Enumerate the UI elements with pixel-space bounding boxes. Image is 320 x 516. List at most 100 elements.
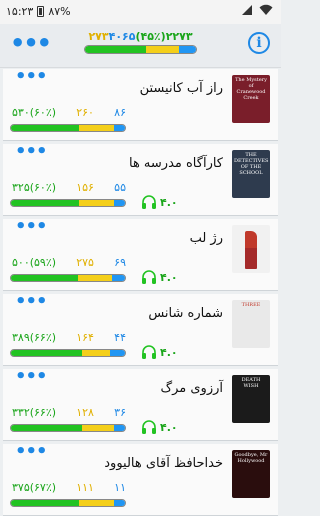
status-left: ۱۵:۲۳ ۸۷% [6,5,71,18]
headphones-icon [142,420,156,434]
book-mid-count: ۲۶۰ [76,106,94,119]
book-progress-bar [10,424,126,432]
status-right [241,4,273,16]
more-options-icon[interactable]: ••• [15,368,48,386]
header-stats: ۲۲۷۳(۴۵٪) ۲۷۳۴۰۶۵ [84,30,197,43]
book-stats: ۳۲۵(۶۰٪) ۱۵۶ ۵۵ [12,181,126,194]
book-progress-bar [10,274,126,282]
status-time: ۱۵:۲۳ [6,5,34,18]
book-progress-bar [10,349,126,357]
progress-blue [113,425,125,431]
headphones-icon [142,270,156,284]
book-card[interactable]: ••• DEATH WISH آرزوی مرگ ۳۳۲(۶۶٪) ۱۲۸ ۳۶… [3,368,278,441]
header-read: ۲۷۳ [88,30,109,43]
book-small-count: ۴۴ [114,331,126,344]
rating-value: ۴.۰ [160,345,178,359]
book-title: خداحافظ آقای هالیوود [104,456,223,471]
book-progress-bar [10,124,126,132]
progress-blue [179,46,196,53]
progress-yellow [79,125,114,131]
book-total: ۵۳۰(۶۰٪) [12,106,57,119]
book-rating[interactable]: ۴.۰ [141,420,178,434]
book-small-count: ۸۶ [114,106,126,119]
progress-green [11,425,82,431]
book-cover [232,225,270,273]
cover-text: THREE [241,302,261,308]
status-battery: ۸۷% [48,5,71,18]
book-card[interactable]: ••• The Mystery of Cranewood Creek راز آ… [3,68,278,141]
book-card[interactable]: ••• THE DETECTIVES OF THE SCHOOL کارآگاه… [3,143,278,216]
book-small-count: ۵۵ [114,181,126,194]
book-title: آرزوی مرگ [160,381,223,396]
book-progress-bar [10,499,126,507]
cover-text: Goodbye, Mr Hollywood [234,452,268,464]
book-card[interactable]: ••• Goodbye, Mr Hollywood خداحافظ آقای ه… [3,443,278,516]
book-title: راز آب کانیستن [139,81,223,96]
book-cover: The Mystery of Cranewood Creek [232,75,270,123]
progress-green [85,46,147,53]
book-card[interactable]: ••• THREE شماره شانس ۳۸۹(۶۶٪) ۱۶۴ ۴۴ ۴.۰ [3,293,278,366]
header-progress-bar [84,45,197,54]
book-title: شماره شانس [148,306,223,321]
book-title: کارآگاه مدرسه ها [128,156,223,171]
progress-green [11,125,80,131]
progress-blue [110,350,125,356]
book-mid-count: ۱۵۶ [76,181,94,194]
rating-value: ۴.۰ [160,195,178,209]
book-title: رژ لب [189,231,223,246]
book-total: ۳۸۹(۶۶٪) [12,331,57,344]
cover-text: DEATH WISH [241,377,261,389]
progress-green [11,350,82,356]
progress-yellow [78,275,113,281]
book-rating[interactable]: ۴.۰ [141,270,178,284]
battery-icon [37,6,45,17]
header-percent: (۴۵٪) [135,30,166,43]
headphones-icon [142,345,156,359]
progress-yellow [79,500,114,506]
progress-green [11,500,80,506]
signal-icon [242,5,252,15]
book-stats: ۵۰۰(۵۹٪) ۲۷۵ ۶۹ [12,256,126,269]
more-options-icon[interactable]: ••• [15,218,48,236]
more-options-icon[interactable]: ••• [15,293,48,311]
book-mid-count: ۱۶۴ [76,331,94,344]
book-cover: THREE [232,300,270,348]
rating-value: ۴.۰ [160,420,178,434]
rating-value: ۴.۰ [160,270,178,284]
app-header: ••• ۲۲۷۳(۴۵٪) ۲۷۳۴۰۶۵ i [0,24,281,68]
progress-blue [113,200,125,206]
info-icon[interactable]: i [248,32,270,54]
book-stats: ۳۸۹(۶۶٪) ۱۶۴ ۴۴ [12,331,126,344]
progress-blue [113,500,125,506]
more-options-icon[interactable]: ••• [15,68,48,86]
headphones-icon [142,195,156,209]
book-stats: ۳۳۲(۶۶٪) ۱۲۸ ۳۶ [12,406,126,419]
progress-blue [112,275,125,281]
book-cover: Goodbye, Mr Hollywood [232,450,270,498]
more-options-icon[interactable]: ••• [15,143,48,161]
book-mid-count: ۱۲۸ [76,406,94,419]
wifi-icon [259,4,273,15]
book-stats: ۳۷۵(۶۷٪) ۱۱۱ ۱۱ [12,481,126,494]
book-cover: THE DETECTIVES OF THE SCHOOL [232,150,270,198]
book-rating[interactable]: ۴.۰ [141,195,178,209]
book-small-count: ۶۹ [114,256,126,269]
book-total: ۵۰۰(۵۹٪) [12,256,57,269]
more-options-icon[interactable]: ••• [15,443,48,461]
book-rating[interactable]: ۴.۰ [141,345,178,359]
progress-blue [113,125,125,131]
book-card[interactable]: ••• رژ لب ۵۰۰(۵۹٪) ۲۷۵ ۶۹ ۴.۰ [3,218,278,291]
progress-yellow [146,46,180,53]
book-stats: ۵۳۰(۶۰٪) ۲۶۰ ۸۶ [12,106,126,119]
progress-green [11,275,79,281]
header-remaining: ۴۰۶۵ [108,30,136,43]
book-total: ۳۲۵(۶۰٪) [12,181,57,194]
menu-dots-icon[interactable]: ••• [10,31,52,55]
book-total: ۳۳۲(۶۶٪) [12,406,57,419]
book-small-count: ۳۶ [114,406,126,419]
progress-yellow [81,425,114,431]
book-progress-bar [10,199,126,207]
progress-green [11,200,80,206]
lipstick-image [245,231,257,269]
book-mid-count: ۲۷۵ [76,256,94,269]
